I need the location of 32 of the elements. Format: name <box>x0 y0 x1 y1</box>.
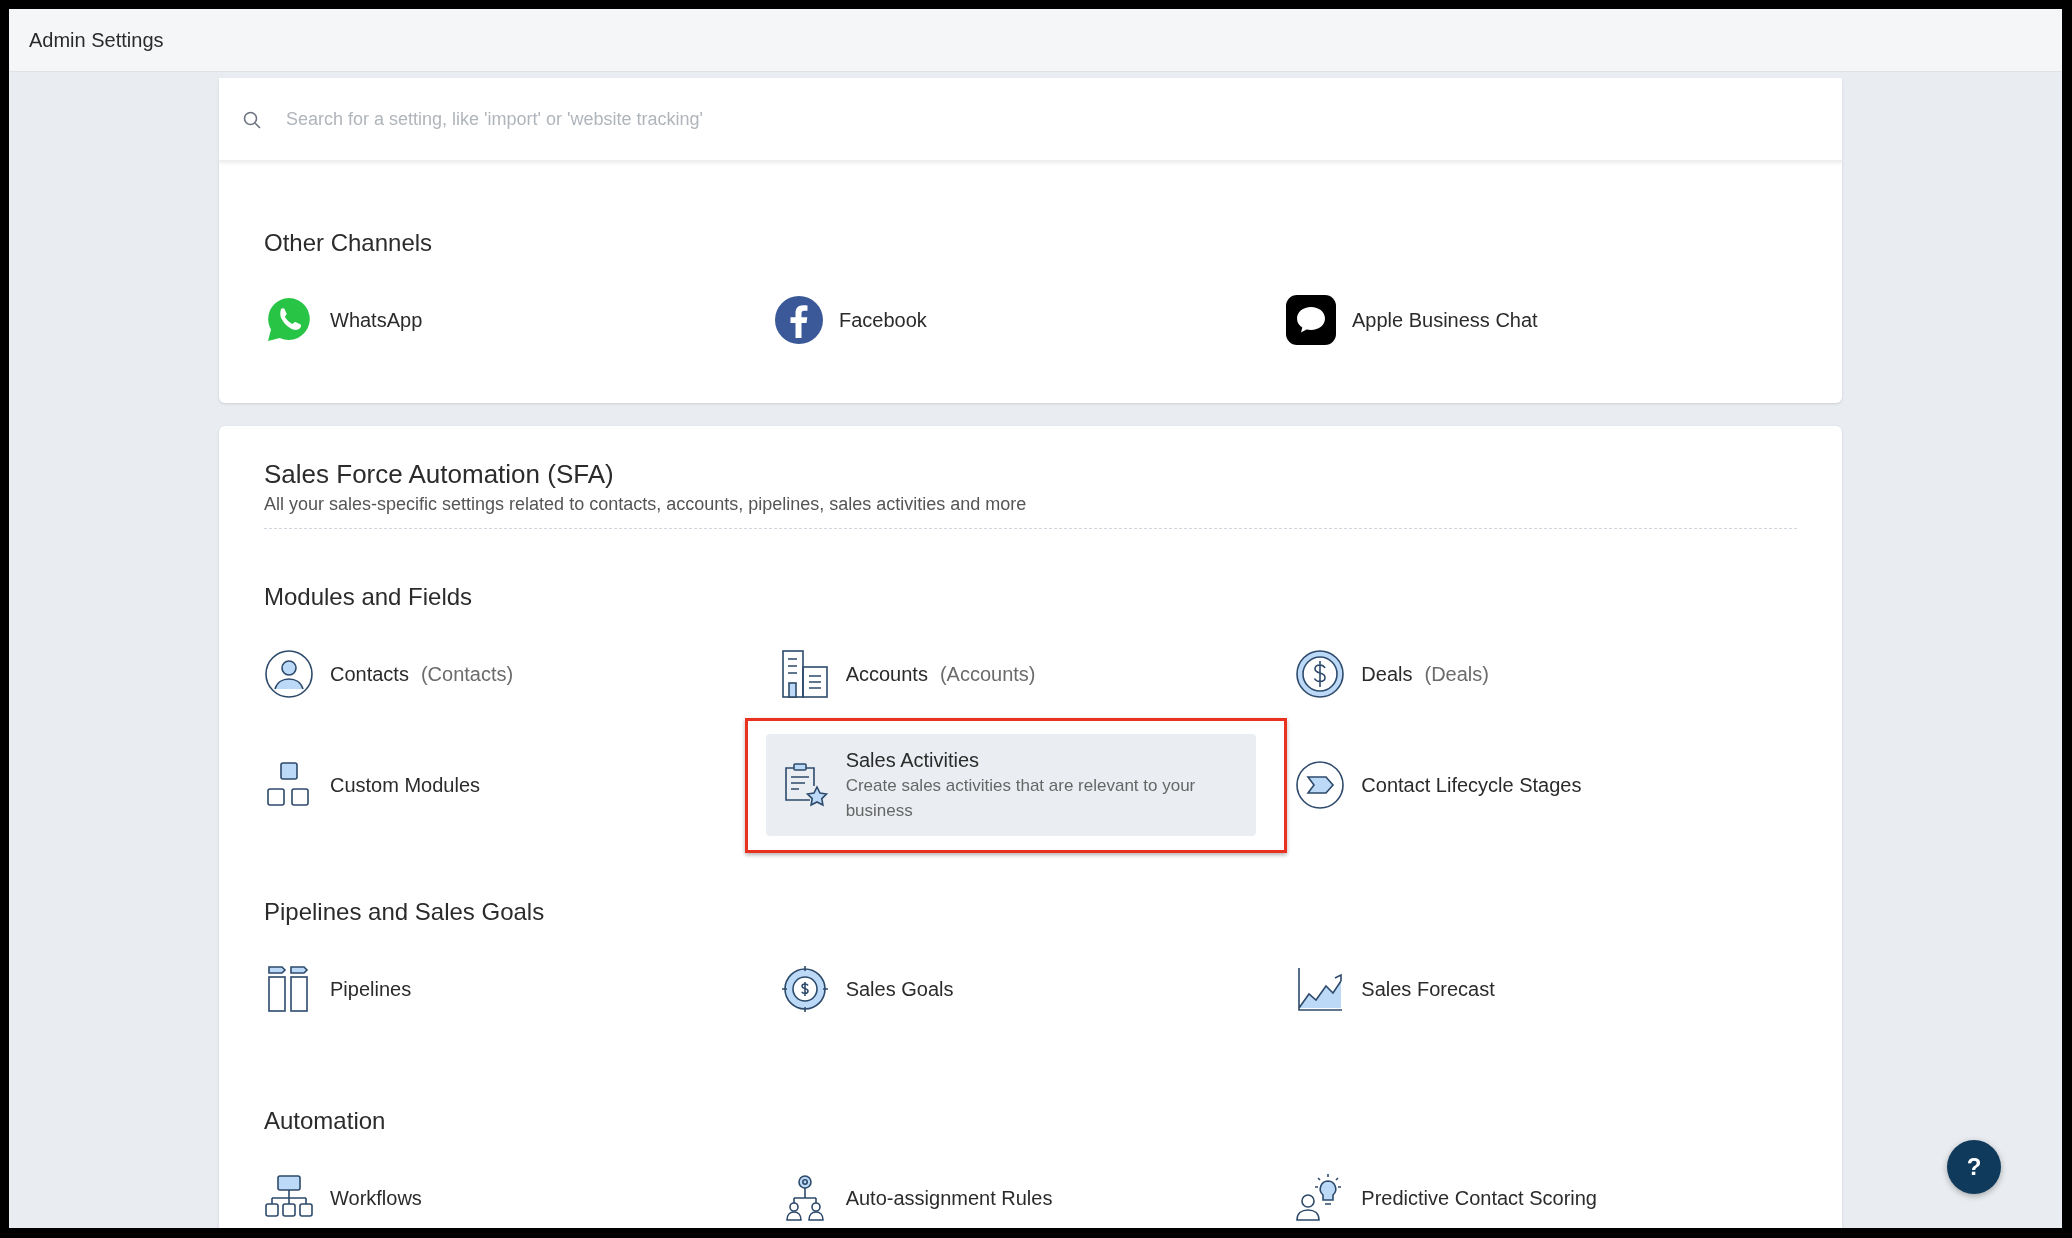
group-heading: Automation <box>264 1107 387 1135</box>
group-heading: Modules and Fields <box>264 583 474 611</box>
dollar-coin-icon <box>1295 649 1346 699</box>
page-title: Admin Settings <box>29 28 164 53</box>
buildings-icon <box>779 649 830 699</box>
setting-item[interactable]: Contact Lifecycle Stages <box>1281 734 1772 836</box>
setting-item[interactable]: Predictive Contact Scoring <box>1281 1160 1772 1228</box>
search-field[interactable]: Search for a setting, like 'import' or 'website tracking' <box>219 78 1842 161</box>
target-dollar-icon <box>779 964 830 1014</box>
setting-item[interactable]: Sales Activities Create sales activities that are relevant to your business <box>765 734 1256 836</box>
help-button[interactable]: ? <box>1947 1140 2001 1194</box>
section-heading: Other Channels <box>264 229 434 257</box>
setting-item[interactable]: Sales Goals <box>765 951 1256 1027</box>
channel-link[interactable]: WhatsApp <box>264 295 423 345</box>
section-description: All your sales-specific settings related to contacts, accounts, pipelines, sales activities and more <box>264 493 1028 516</box>
setting-item[interactable]: Deals (Deals) <box>1281 636 1772 712</box>
group-heading: Pipelines and Sales Goals <box>264 898 546 926</box>
setting-item[interactable]: Workflows <box>250 1160 740 1228</box>
setting-item[interactable]: Custom Modules <box>250 734 740 836</box>
setting-item[interactable]: Auto-assignment Rules <box>765 1160 1256 1228</box>
person-circle-icon <box>264 649 314 699</box>
setting-item[interactable]: Pipelines <box>250 951 740 1027</box>
setting-item[interactable]: Sales Forecast <box>1281 951 1772 1027</box>
section-title: Sales Force Automation (SFA) <box>264 458 615 490</box>
channel-link[interactable]: Facebook <box>775 295 927 345</box>
setting-item[interactable]: Contacts (Contacts) <box>250 636 740 712</box>
search-icon <box>243 111 261 129</box>
chat-bubble-logo-icon <box>1286 295 1336 345</box>
channel-link[interactable]: Apple Business Chat <box>1286 295 1538 345</box>
setting-item[interactable]: Accounts (Accounts) <box>765 636 1256 712</box>
chevron-circle-icon <box>1295 760 1346 810</box>
facebook-logo-icon <box>775 296 823 344</box>
